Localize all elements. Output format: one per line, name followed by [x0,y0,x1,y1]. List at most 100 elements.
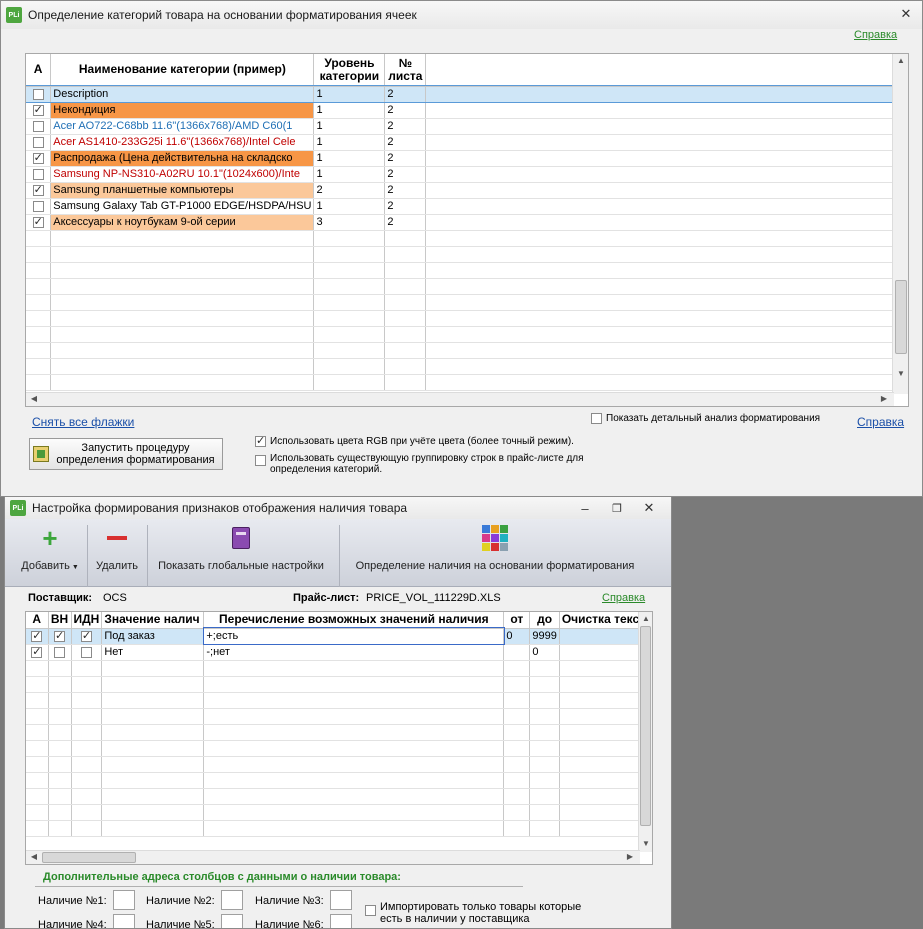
category-level-cell[interactable]: 1 [313,134,386,151]
sheet-number-cell[interactable] [384,358,427,375]
row-from-cell[interactable] [503,756,531,773]
row-enum-cell[interactable] [203,756,505,773]
table-row[interactable]: Samsung NP-NS310-A02RU 10.1"(1024x600)/I… [26,166,908,183]
row-enum-cell[interactable] [203,740,505,757]
row-value-cell[interactable] [101,676,205,693]
row-to-cell[interactable]: 9999 [529,628,560,645]
row-clean-cell[interactable] [559,660,645,677]
category-level-cell[interactable] [313,246,386,263]
row-to-cell[interactable] [529,724,560,741]
scroll-down-icon[interactable]: ▼ [640,839,652,848]
row-idn-cell[interactable] [71,692,103,709]
use-rgb-checkbox[interactable] [255,434,266,447]
row-clean-cell[interactable] [559,740,645,757]
row-idn-cell[interactable] [71,820,103,837]
category-level-cell[interactable] [313,278,386,295]
category-level-cell[interactable]: 2 [313,182,386,199]
category-name-cell[interactable] [50,230,315,247]
row-idn-cell[interactable] [71,676,103,693]
category-name-cell[interactable] [50,246,315,263]
table-row[interactable]: Аксессуары к ноутбукам 9-ой серии32 [26,214,908,231]
row-to-cell[interactable] [529,692,560,709]
row-clean-cell[interactable] [559,756,645,773]
table-row[interactable]: Нет-;нет 0 [26,644,645,661]
row-value-cell[interactable] [101,692,205,709]
row-checkbox[interactable] [32,120,44,132]
import-only-option[interactable]: Импортировать только товары которые есть… [365,901,590,925]
row-checkbox[interactable] [32,88,44,100]
category-level-cell[interactable] [313,230,386,247]
row-value-cell[interactable] [101,724,205,741]
row-clean-cell[interactable] [559,628,645,645]
row-to-cell[interactable] [529,756,560,773]
row-from-cell[interactable] [503,804,531,821]
row-a-cell[interactable] [26,788,49,805]
row-idn-cell[interactable] [71,740,103,757]
col-header-sheet[interactable]: № листа [384,54,427,87]
detect-availability-button[interactable]: Определение наличия на основании формати… [343,523,647,572]
row-a-cell[interactable] [26,724,49,741]
row-idn-checkbox[interactable] [80,629,92,642]
close-icon[interactable]: ✕ [639,499,659,517]
availability-3-input[interactable] [330,890,352,910]
category-window-titlebar[interactable]: PLi Определение категорий товара на осно… [1,1,922,29]
availability-6-input[interactable] [330,914,352,928]
row-a-cell[interactable] [26,804,49,821]
help-link-bottom[interactable]: Справка [857,415,904,429]
category-name-cell[interactable]: Description [50,86,315,103]
col-header-a[interactable]: A [26,54,52,87]
row-from-cell[interactable] [503,820,531,837]
row-checkbox[interactable] [32,136,44,148]
row-idn-cell[interactable] [71,804,103,821]
row-checkbox-cell[interactable] [26,214,52,231]
row-from-cell[interactable] [503,676,531,693]
row-clean-cell[interactable] [559,772,645,789]
row-enum-cell[interactable] [203,708,505,725]
sheet-number-cell[interactable] [384,326,427,343]
row-checkbox[interactable] [32,200,44,212]
detail-analysis-option[interactable]: Показать детальный анализ форматирования [591,413,820,424]
row-checkbox-cell[interactable] [26,230,52,247]
row-a-checkbox[interactable] [31,629,43,642]
scroll-left-icon[interactable]: ◀ [28,852,40,861]
category-name-cell[interactable] [50,358,315,375]
category-level-cell[interactable] [313,374,386,391]
sheet-number-cell[interactable] [384,294,427,311]
row-vn-cell[interactable] [48,740,72,757]
scroll-right-icon[interactable]: ▶ [624,852,636,861]
row-vn-cell[interactable] [48,660,72,677]
row-to-cell[interactable] [529,740,560,757]
availability-1-input[interactable] [113,890,135,910]
availability-2-input[interactable] [221,890,243,910]
row-value-cell[interactable] [101,804,205,821]
sheet-number-cell[interactable]: 2 [384,118,427,135]
scroll-up-icon[interactable]: ▲ [640,614,652,623]
sheet-number-cell[interactable] [384,310,427,327]
row-vn-cell[interactable] [48,692,72,709]
row-value-cell[interactable] [101,788,205,805]
category-level-cell[interactable]: 1 [313,150,386,167]
table-row[interactable]: Description 1 2 [26,85,908,103]
help-link-top[interactable]: Справка [854,29,897,41]
category-name-cell[interactable]: Samsung Galaxy Tab GT-P1000 EDGE/HSDPA/H… [50,198,315,215]
row-checkbox-cell[interactable] [26,294,52,311]
row-from-cell[interactable] [503,708,531,725]
scroll-down-icon[interactable]: ▼ [895,369,907,378]
row-value-cell[interactable] [101,772,205,789]
category-level-cell[interactable]: 1 [313,86,386,103]
row-to-cell[interactable] [529,820,560,837]
row-to-cell[interactable] [529,676,560,693]
category-table-vscroll[interactable]: ▲ ▼ [892,54,908,394]
restore-icon[interactable]: ❐ [607,499,627,517]
category-name-cell[interactable]: Распродажа (Цена действительна на складс… [50,150,315,167]
row-from-cell[interactable] [503,772,531,789]
close-icon[interactable]: ✕ [896,5,916,23]
col-header-level[interactable]: Уровень категории [313,54,386,87]
row-clean-cell[interactable] [559,676,645,693]
table-row[interactable]: Acer AS1410-233G25i 11.6"(1366x768)/Inte… [26,134,908,151]
row-checkbox[interactable] [32,151,44,164]
sheet-number-cell[interactable]: 2 [384,102,427,119]
row-value-cell[interactable] [101,820,205,837]
sheet-number-cell[interactable]: 2 [384,182,427,199]
uncheck-all-link[interactable]: Снять все флажки [32,415,134,429]
